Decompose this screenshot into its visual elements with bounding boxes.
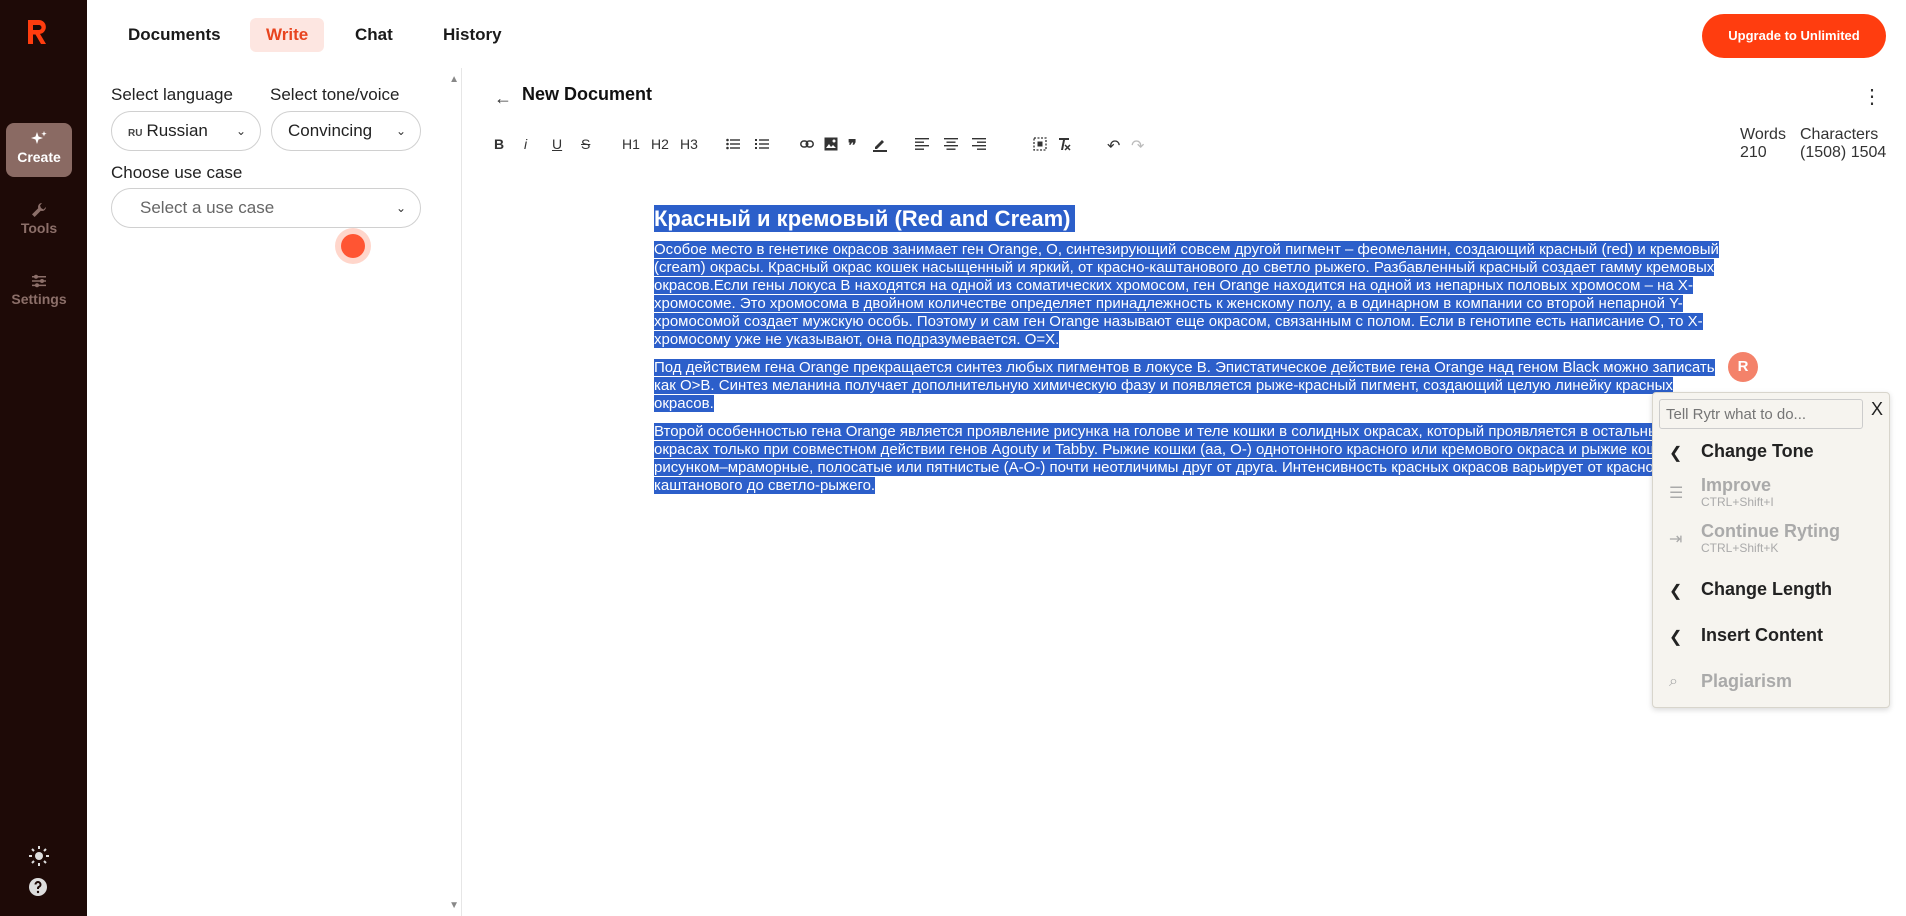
document-title[interactable]: New Document — [522, 84, 652, 105]
undo-icon[interactable]: ↶ — [1107, 136, 1120, 156]
menu-item-change-length[interactable]: ❮ Change Length — [1653, 571, 1889, 611]
usecase-placeholder: Select a use case — [140, 198, 275, 217]
rail-item-tools[interactable]: Tools — [6, 194, 72, 248]
rail-item-settings[interactable]: Settings — [6, 265, 72, 319]
tone-value: Convincing — [288, 121, 373, 140]
align-left-icon[interactable] — [915, 138, 929, 150]
language-label: Select language — [111, 85, 233, 104]
left-rail: Create Tools Settings — [0, 0, 87, 916]
sliders-icon — [32, 274, 46, 288]
word-count: Words 210 — [1740, 126, 1786, 162]
rytr-logo[interactable] — [24, 18, 56, 50]
improve-icon: ☰ — [1669, 485, 1684, 502]
menu-item-improve[interactable]: ☰ Improve CTRL+Shift+I — [1653, 473, 1889, 513]
rail-item-label: Tools — [20, 220, 58, 236]
chevron-left-icon: ❮ — [1669, 445, 1683, 462]
align-right-icon[interactable] — [972, 138, 986, 150]
usecase-label: Choose use case — [111, 163, 243, 182]
bullet-list-icon[interactable] — [726, 138, 740, 150]
tab-documents[interactable]: Documents — [112, 18, 237, 52]
language-code: RU — [128, 128, 143, 139]
scroll-down-icon[interactable]: ▼ — [449, 900, 459, 911]
menu-item-change-tone[interactable]: ❮ Change Tone — [1653, 433, 1889, 473]
upgrade-button[interactable]: Upgrade to Unlimited — [1702, 14, 1886, 58]
paragraph: Второй особенностью гена Orange является… — [654, 423, 1685, 494]
menu-item-continue-ryting[interactable]: ⇥ Continue Ryting CTRL+Shift+K — [1653, 519, 1889, 559]
document-body[interactable]: Красный и кремовый (Red and Cream) Особо… — [654, 205, 1724, 505]
top-bar: Documents Write Chat History Upgrade to … — [87, 0, 1906, 68]
usecase-select[interactable]: Select a use case ⌄ — [111, 188, 421, 228]
words-label: Words — [1740, 126, 1786, 143]
italic-button[interactable]: i — [524, 136, 527, 152]
bold-button[interactable]: B — [494, 136, 504, 152]
tab-history[interactable]: History — [427, 18, 518, 52]
tone-label: Select tone/voice — [270, 85, 400, 104]
clear-format-icon[interactable] — [1057, 137, 1071, 151]
theme-sun-icon[interactable] — [28, 845, 50, 867]
recording-indicator — [335, 228, 371, 264]
menu-item-plagiarism[interactable]: ⌕ Plagiarism — [1653, 663, 1889, 703]
words-value: 210 — [1740, 144, 1767, 161]
plagiarism-search-icon: ⌕ — [1669, 673, 1678, 690]
paragraph: Под действием гена Orange прекращается с… — [654, 359, 1715, 412]
characters-value: (1508) 1504 — [1800, 144, 1887, 161]
wrench-icon — [32, 203, 46, 217]
chevron-down-icon: ⌄ — [235, 124, 246, 138]
rytr-command-menu: X ❮ Change Tone ☰ Improve CTRL+Shift+I ⇥… — [1652, 392, 1890, 708]
h2-button[interactable]: H2 — [651, 136, 669, 152]
language-select[interactable]: RU Russian ⌄ — [111, 111, 261, 151]
menu-item-insert-content[interactable]: ❮ Insert Content — [1653, 617, 1889, 657]
character-count: Characters (1508) 1504 — [1800, 126, 1886, 162]
back-arrow-icon[interactable]: ← — [494, 88, 512, 109]
select-all-icon[interactable] — [1033, 137, 1047, 151]
rytr-badge-icon[interactable]: R — [1728, 352, 1758, 382]
chevron-down-icon: ⌄ — [395, 201, 406, 215]
settings-panel: ▲ Select language Select tone/voice RU Ru… — [87, 68, 462, 916]
close-popup-button[interactable]: X — [1871, 399, 1883, 420]
chevron-down-icon: ⌄ — [395, 124, 406, 138]
tab-write[interactable]: Write — [250, 18, 325, 52]
language-value: Russian — [146, 121, 208, 140]
tone-select[interactable]: Convincing ⌄ — [271, 111, 421, 151]
numbered-list-icon[interactable] — [755, 138, 769, 150]
chevron-left-icon: ❮ — [1669, 629, 1683, 646]
scroll-up-icon[interactable]: ▲ — [449, 74, 459, 85]
image-icon[interactable] — [824, 137, 838, 151]
h3-button[interactable]: H3 — [680, 136, 698, 152]
align-center-icon[interactable] — [944, 138, 958, 150]
link-icon[interactable] — [800, 138, 814, 150]
quote-icon[interactable]: ❞ — [848, 136, 857, 156]
highlight-pen-icon[interactable] — [872, 136, 888, 152]
characters-label: Characters — [1800, 126, 1879, 143]
rail-item-label: Settings — [11, 291, 67, 307]
h1-button[interactable]: H1 — [622, 136, 640, 152]
continue-icon: ⇥ — [1669, 531, 1683, 548]
sparkle-icon — [31, 131, 47, 144]
rail-item-create[interactable]: Create — [6, 123, 72, 177]
rail-item-label: Create — [17, 149, 61, 165]
help-icon[interactable] — [28, 877, 50, 899]
strike-button[interactable]: S — [581, 136, 590, 152]
paragraph: Особое место в генетике окрасов занимает… — [654, 241, 1719, 348]
tab-chat[interactable]: Chat — [339, 18, 409, 52]
more-options-icon[interactable]: ⋮ — [1862, 84, 1882, 109]
chevron-left-icon: ❮ — [1669, 583, 1683, 600]
ask-rytr-input[interactable] — [1659, 399, 1863, 429]
redo-icon[interactable]: ↷ — [1131, 136, 1144, 156]
document-heading: Красный и кремовый (Red and Cream) — [654, 205, 1724, 233]
underline-button[interactable]: U — [552, 136, 562, 152]
